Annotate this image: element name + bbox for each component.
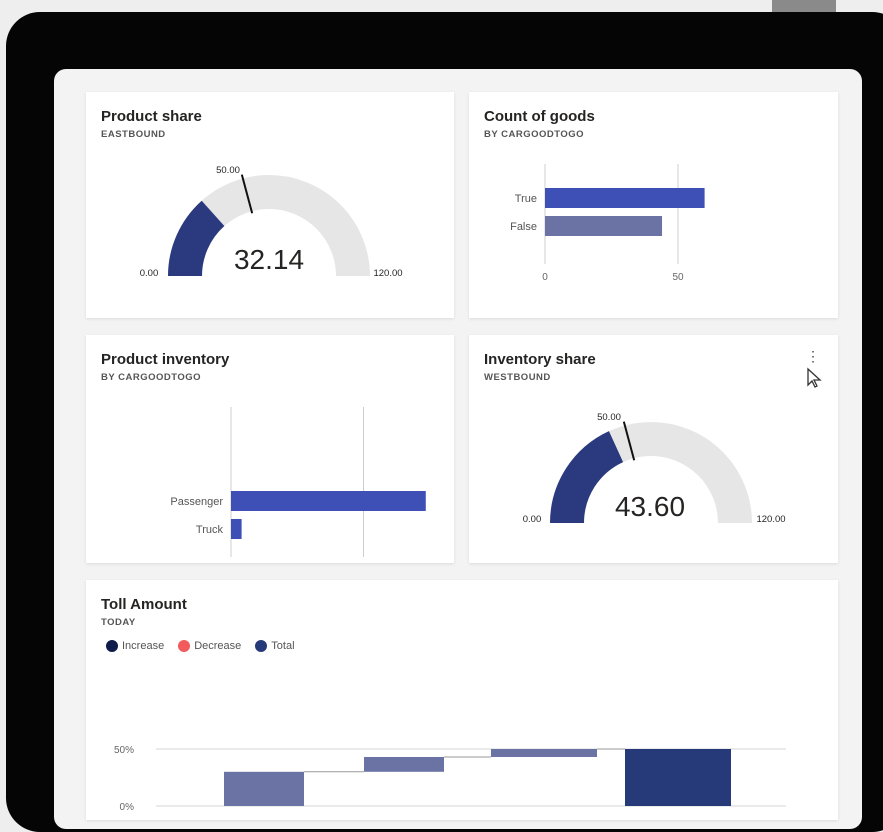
count-of-goods-card[interactable]: Count of goods BY CARGOODTOGO 0 50 True Fal… bbox=[469, 92, 838, 318]
category-label: Passenger bbox=[170, 496, 223, 508]
bar-false[interactable] bbox=[545, 216, 663, 236]
waterfall-bar-1[interactable] bbox=[364, 756, 444, 772]
category-label: Truck bbox=[196, 524, 224, 536]
gauge-fill bbox=[168, 200, 225, 277]
gauge-chart: 50.00 32.14 0.00 120.00 bbox=[140, 165, 403, 279]
y-tick-label: 50% bbox=[114, 745, 134, 756]
gauge-max-label: 120.00 bbox=[756, 514, 785, 525]
gauge-value: 43.60 bbox=[615, 491, 685, 522]
inventory-share-card[interactable]: Inventory share WESTBOUND ⋮ 50.00 43.60 … bbox=[469, 335, 838, 563]
category-label: True bbox=[515, 193, 537, 205]
gauge-target-label: 50.00 bbox=[216, 165, 240, 176]
y-tick-label: 0% bbox=[120, 802, 135, 813]
bar-true[interactable] bbox=[545, 188, 705, 208]
waterfall-bar-2[interactable] bbox=[491, 749, 597, 757]
toll-amount-card[interactable]: Toll Amount TODAY Increase Decrease Tota… bbox=[86, 580, 838, 820]
category-label: False bbox=[510, 221, 537, 233]
gauge-min-label: 0.00 bbox=[523, 514, 542, 525]
device-top-edge bbox=[772, 0, 836, 12]
product-share-card[interactable]: Product share EASTBOUND 50.00 32.14 0.00… bbox=[86, 92, 454, 318]
gauge-chart: 50.00 43.60 0.00 120.00 bbox=[523, 412, 786, 525]
bar-chart: 0100PassengerTruck bbox=[170, 407, 426, 557]
gauge-max-label: 120.00 bbox=[373, 268, 402, 279]
bar-truck[interactable] bbox=[231, 519, 242, 539]
gauge-value: 32.14 bbox=[234, 244, 304, 275]
bar-passenger[interactable] bbox=[231, 491, 426, 511]
dashboard-screen: Product share EASTBOUND 50.00 32.14 0.00… bbox=[54, 69, 862, 829]
gauge-min-label: 0.00 bbox=[140, 268, 159, 279]
x-tick-label: 50 bbox=[672, 272, 684, 283]
tablet-frame: Product share EASTBOUND 50.00 32.14 0.00… bbox=[6, 12, 883, 832]
bar-chart: 0 50 True False bbox=[510, 164, 705, 283]
x-tick-label: 0 bbox=[542, 272, 548, 283]
waterfall-bar-3[interactable] bbox=[625, 749, 731, 806]
waterfall-chart: 50%0%<3030-4950+Total bbox=[114, 745, 786, 813]
product-inventory-card[interactable]: Product inventory BY CARGOODTOGO 0100Pas… bbox=[86, 335, 454, 563]
gauge-fill bbox=[550, 431, 624, 524]
gauge-target-label: 50.00 bbox=[597, 412, 621, 423]
waterfall-bar-0[interactable] bbox=[224, 771, 304, 806]
